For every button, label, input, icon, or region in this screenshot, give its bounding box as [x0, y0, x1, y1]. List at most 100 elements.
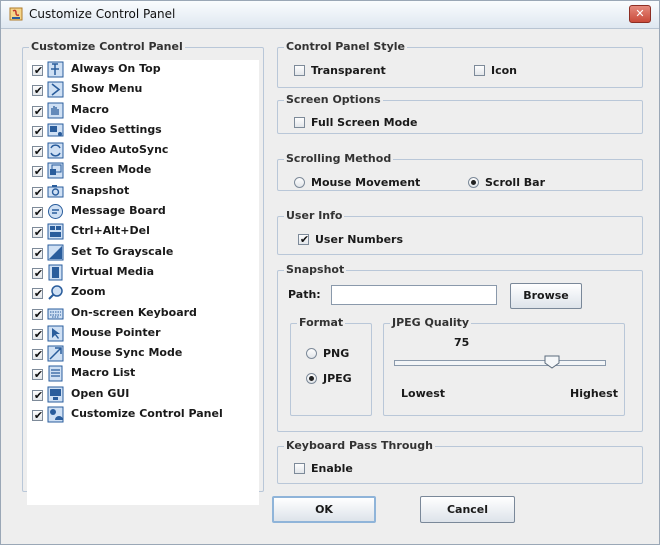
- macro-hand-icon: [47, 102, 64, 119]
- item-label: Show Menu: [71, 82, 143, 96]
- browse-button[interactable]: Browse: [510, 283, 582, 309]
- checkmark-icon: ✔: [33, 266, 44, 280]
- list-item[interactable]: ✔ Set To Grayscale: [27, 243, 259, 263]
- item-checkbox[interactable]: ✔: [32, 327, 44, 341]
- item-checkbox[interactable]: ✔: [32, 84, 43, 97]
- transparent-checkbox-box[interactable]: [294, 65, 305, 76]
- checkmark-icon: ✔: [33, 64, 44, 77]
- item-checkbox[interactable]: ✔: [32, 368, 43, 381]
- checkmark-icon: ✔: [33, 327, 44, 341]
- png-radio-circle[interactable]: [306, 348, 317, 359]
- path-input[interactable]: [331, 285, 497, 305]
- list-item[interactable]: ✔ Show Menu: [27, 80, 259, 100]
- item-checkbox[interactable]: ✔: [32, 206, 43, 219]
- transparent-label: Transparent: [311, 64, 386, 77]
- scroll-bar-label: Scroll Bar: [485, 176, 546, 189]
- keyboard-pass-through-title: Keyboard Pass Through: [284, 439, 435, 452]
- close-button[interactable]: ✕: [629, 5, 651, 23]
- open-gui-icon: [47, 386, 64, 403]
- mouse-movement-radio-circle[interactable]: [294, 177, 305, 188]
- list-item[interactable]: ✔ Macro List: [27, 364, 259, 384]
- item-checkbox[interactable]: ✔: [32, 145, 43, 158]
- checkmark-icon: ✔: [33, 409, 44, 423]
- toolbar-item-list[interactable]: ✔ Always On Top ✔ Show Menu ✔ Macro ✔ Video Set…: [27, 60, 259, 505]
- screen-mode-icon: [47, 162, 64, 179]
- user-info-group: User Info ✔ User Numbers: [277, 209, 643, 255]
- item-checkbox[interactable]: ✔: [32, 165, 43, 178]
- checkmark-icon: ✔: [33, 287, 44, 301]
- icon-checkbox-box[interactable]: [474, 65, 485, 76]
- jpeg-label: JPEG: [323, 372, 352, 385]
- full-screen-checkbox-box[interactable]: [294, 117, 305, 128]
- checkmark-icon: ✔: [33, 185, 44, 199]
- list-item[interactable]: ✔ Zoom: [27, 283, 259, 303]
- enable-label: Enable: [311, 462, 353, 475]
- item-checkbox[interactable]: ✔: [32, 185, 44, 199]
- checkmark-icon: ✔: [299, 233, 310, 246]
- ok-label: OK: [315, 503, 333, 516]
- item-label: Set To Grayscale: [71, 244, 174, 258]
- item-checkbox[interactable]: ✔: [32, 125, 43, 138]
- list-item[interactable]: ✔ Virtual Media: [27, 263, 259, 283]
- list-item[interactable]: ✔ Snapshot: [27, 182, 259, 202]
- title-bar[interactable]: Customize Control Panel ✕: [1, 1, 659, 29]
- mouse-sync-icon: [47, 345, 64, 362]
- quality-slider-track[interactable]: [394, 360, 606, 366]
- item-checkbox[interactable]: ✔: [32, 104, 44, 118]
- screen-options-title: Screen Options: [284, 93, 383, 106]
- control-panel-style-title: Control Panel Style: [284, 40, 407, 53]
- control-panel-style-group: Control Panel Style Transparent Icon: [277, 40, 643, 88]
- checkmark-icon: ✔: [33, 104, 44, 118]
- checkmark-icon: ✔: [33, 348, 44, 362]
- list-item[interactable]: ✔ Video Settings: [27, 121, 259, 141]
- browse-label: Browse: [523, 289, 569, 302]
- item-checkbox[interactable]: ✔: [32, 409, 44, 423]
- item-checkbox[interactable]: ✔: [32, 308, 43, 321]
- cancel-button[interactable]: Cancel: [420, 496, 515, 523]
- zoom-icon: [48, 285, 63, 300]
- list-item[interactable]: ✔ Open GUI: [27, 385, 259, 405]
- list-item[interactable]: ✔ Ctrl+Alt+Del: [27, 222, 259, 242]
- full-screen-label: Full Screen Mode: [311, 116, 418, 129]
- ctrl-alt-del-icon: [47, 223, 64, 240]
- slider-min-label: Lowest: [401, 387, 445, 400]
- item-label: Ctrl+Alt+Del: [71, 224, 150, 238]
- item-label: Macro List: [71, 366, 136, 380]
- list-item[interactable]: ✔ Customize Control Panel: [27, 405, 259, 425]
- item-checkbox[interactable]: ✔: [32, 266, 44, 280]
- radio-selected-dot: [471, 180, 476, 185]
- jpeg-quality-value: 75: [454, 336, 470, 349]
- quality-slider-thumb[interactable]: [544, 355, 560, 369]
- ok-button[interactable]: OK: [272, 496, 376, 523]
- item-checkbox[interactable]: ✔: [32, 389, 43, 402]
- list-item[interactable]: ✔ Screen Mode: [27, 161, 259, 181]
- user-numbers-checkbox-box[interactable]: ✔: [298, 233, 310, 246]
- list-item[interactable]: ✔ Mouse Pointer: [27, 324, 259, 344]
- list-item[interactable]: ✔ Video AutoSync: [27, 141, 259, 161]
- item-label: Virtual Media: [71, 264, 155, 278]
- close-icon: ✕: [635, 7, 645, 20]
- window-title: Customize Control Panel: [29, 7, 176, 21]
- slider-max-label: Highest: [570, 387, 618, 400]
- item-checkbox[interactable]: ✔: [32, 64, 44, 77]
- item-label: On-screen Keyboard: [71, 305, 197, 319]
- list-item[interactable]: ✔ Mouse Sync Mode: [27, 344, 259, 364]
- list-item[interactable]: ✔ Macro: [27, 101, 259, 121]
- item-checkbox[interactable]: ✔: [32, 287, 44, 301]
- radio-selected-dot: [309, 376, 314, 381]
- item-checkbox[interactable]: ✔: [32, 348, 44, 362]
- scroll-bar-radio-circle[interactable]: [468, 177, 479, 188]
- list-item[interactable]: ✔ Message Board: [27, 202, 259, 222]
- screen-options-group: Screen Options Full Screen Mode: [277, 93, 643, 134]
- jpeg-radio-circle[interactable]: [306, 373, 317, 384]
- jpeg-quality-group: JPEG Quality 75 Lowest Highest: [383, 316, 625, 416]
- list-item[interactable]: ✔ Always On Top: [27, 60, 259, 80]
- mouse-pointer-icon: [47, 325, 64, 342]
- enable-checkbox-box[interactable]: [294, 463, 305, 474]
- list-item[interactable]: ✔ On-screen Keyboard: [27, 304, 259, 324]
- java-app-icon: [9, 7, 23, 21]
- item-checkbox[interactable]: ✔: [32, 226, 43, 239]
- item-label: Snapshot: [71, 183, 130, 197]
- scrolling-method-title: Scrolling Method: [284, 152, 394, 165]
- item-checkbox[interactable]: ✔: [32, 247, 43, 260]
